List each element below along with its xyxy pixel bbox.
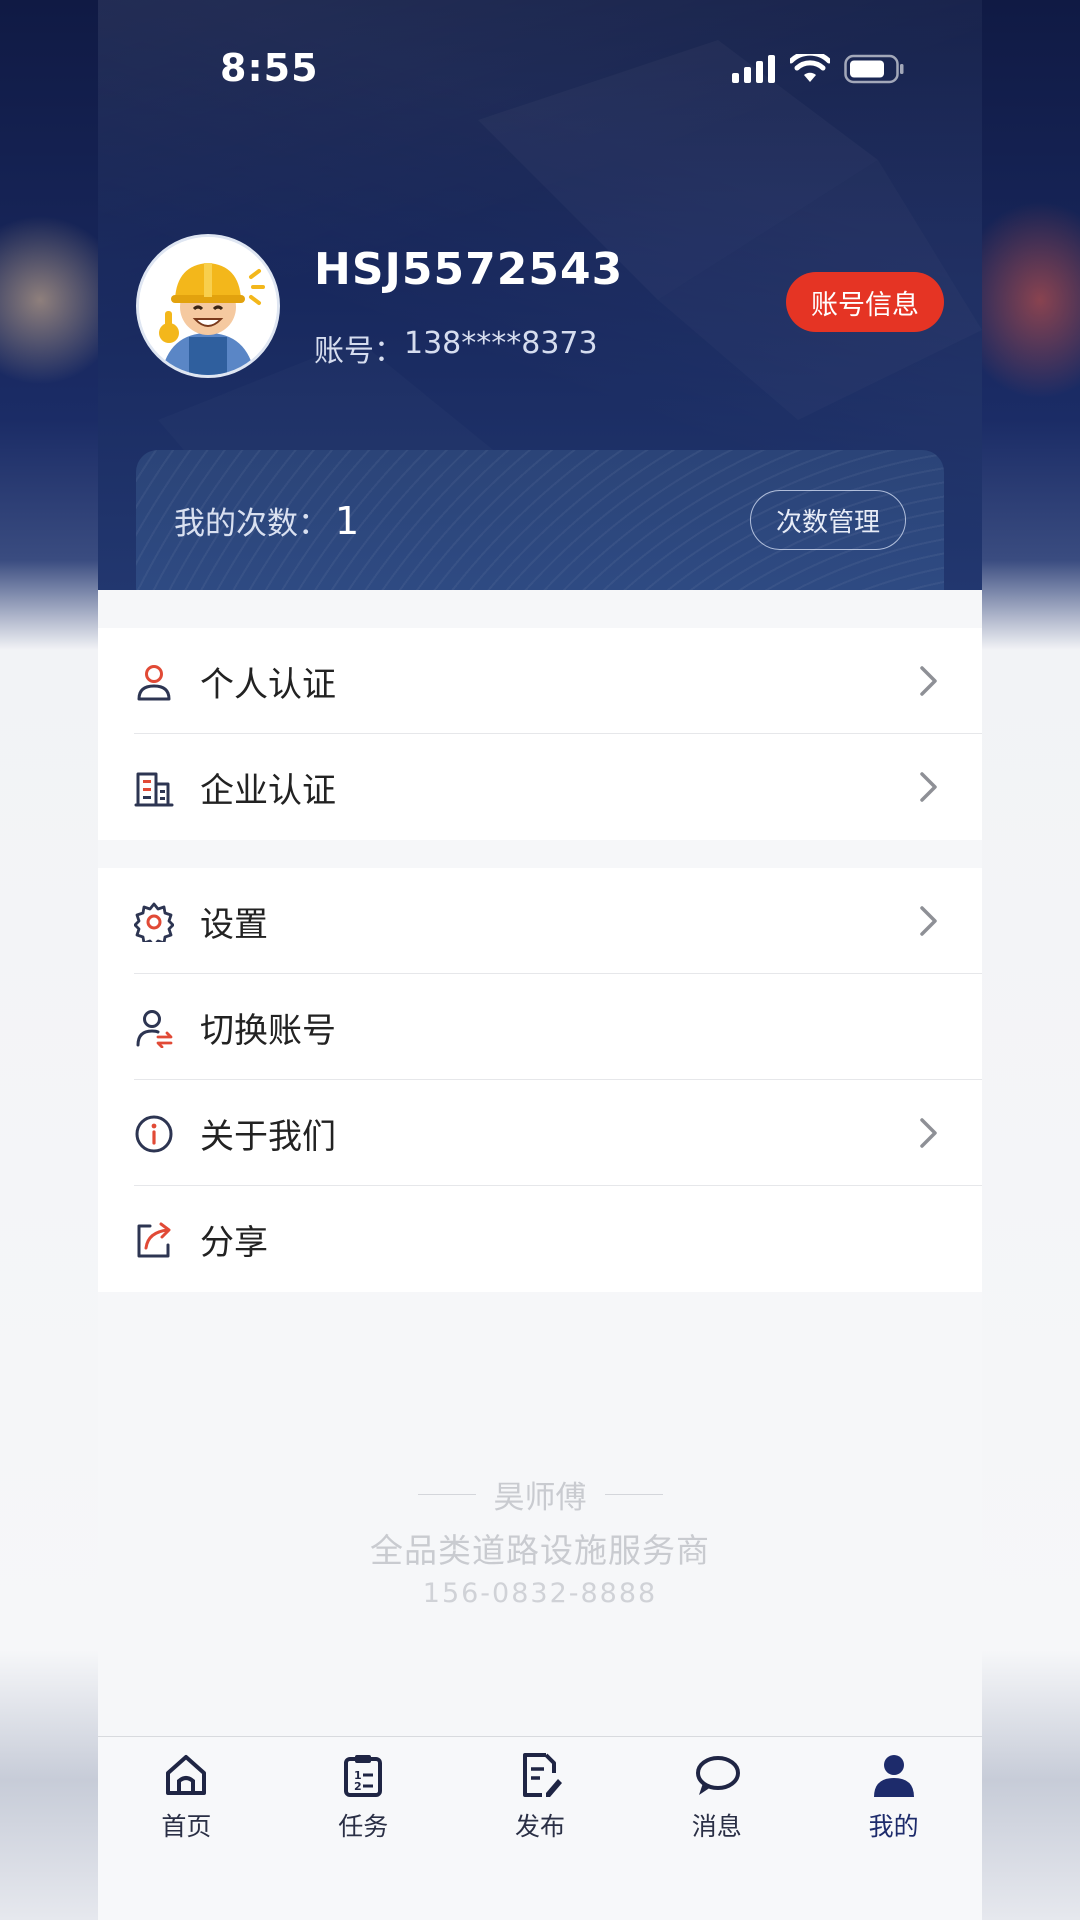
gear-icon [134,902,174,942]
footer-slogan: 全品类道路设施服务商 [370,1531,710,1570]
footer-brand-row: 昊师傅 [98,1472,982,1517]
menu-item-label: 分享 [200,1222,268,1263]
menu-item-label: 关于我们 [200,1116,336,1157]
status-bar: 8:55 [98,0,982,140]
count-card: 我的次数： 1 次数管理 [136,450,944,590]
count-label: 我的次数： [174,506,329,542]
menu-item-personal-verification[interactable]: 个人认证 [98,628,982,734]
tab-label: 首页 [161,1812,212,1841]
menu-item-settings[interactable]: 设置 [98,868,982,974]
svg-text:2: 2 [354,1780,362,1793]
menu-item-switch-account[interactable]: 切换账号 [98,974,982,1080]
menu-item-enterprise-verification[interactable]: 企业认证 [98,734,982,840]
tab-mine[interactable]: 我的 [805,1737,982,1857]
bottom-tab-bar: 首页 1 2 任务 发布 消息 我的 [98,1736,982,1920]
wifi-icon [790,54,830,82]
chat-bubble-icon [695,1756,740,1795]
menu-group-verification: 个人认证 企业认证 [98,628,982,840]
chevron-right-icon [920,666,937,696]
account-prefix: 账号： [314,334,404,369]
account-info-button[interactable]: 账号信息 [786,272,944,332]
divider [417,1494,476,1495]
tab-messages[interactable]: 消息 [628,1737,805,1857]
menu-item-share[interactable]: 分享 [98,1186,982,1292]
tab-tasks[interactable]: 1 2 任务 [275,1737,452,1857]
person-icon [137,665,171,701]
profile-header: 8:55 HSJ5572543 账号： 138****8373 账号信息 我的次… [98,0,982,590]
profile-screen: 8:55 HSJ5572543 账号： 138****8373 账号信息 我的次… [98,0,982,1920]
account-row: 账号： 138****8373 [314,326,598,370]
battery-icon [844,54,904,84]
footer-brand-name: 昊师傅 [493,1480,587,1516]
account-number: 138****8373 [404,326,598,361]
menu-group-settings: 设置 切换账号 关于我们 分享 [98,868,982,1292]
username: HSJ5572543 [314,244,624,295]
chevron-right-icon [920,1118,937,1148]
count-manage-button[interactable]: 次数管理 [750,490,906,550]
menu-item-label: 设置 [200,904,268,945]
tab-publish[interactable]: 发布 [452,1737,629,1857]
building-icon [134,772,174,807]
tab-label: 任务 [338,1812,389,1841]
status-icons [732,54,904,84]
menu-item-label: 切换账号 [200,1010,336,1051]
divider [604,1494,663,1495]
home-icon [166,1755,207,1795]
tab-home[interactable]: 首页 [98,1737,275,1857]
count-label-row: 我的次数： 1 [174,498,359,543]
share-icon [137,1222,171,1258]
tab-label: 消息 [691,1812,742,1841]
chevron-right-icon [920,772,937,802]
user-icon [873,1755,914,1797]
chevron-right-icon [920,906,937,936]
switch-account-icon [136,1010,173,1048]
status-time: 8:55 [220,46,319,90]
menu-item-about-us[interactable]: 关于我们 [98,1080,982,1186]
footer-phone: 156-0832-8888 [422,1578,658,1609]
signal-icon [732,55,775,83]
count-value: 1 [335,499,360,543]
tab-label: 发布 [514,1812,565,1841]
menu-item-label: 个人认证 [200,664,336,705]
menu-item-label: 企业认证 [200,770,336,811]
tab-label: 我的 [868,1812,919,1841]
worker-avatar-icon [139,237,277,375]
avatar[interactable] [136,234,280,378]
info-icon [135,1115,173,1153]
edit-document-icon [522,1753,562,1797]
clipboard-icon: 1 2 [344,1755,383,1797]
